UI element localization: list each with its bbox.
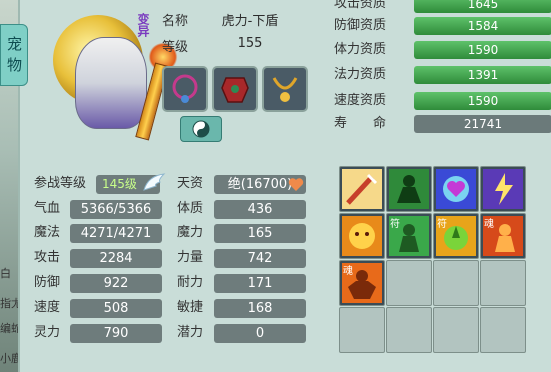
speed-value: 508 (70, 299, 162, 318)
aptitude-row: 速度资质 1590 (334, 91, 551, 111)
aptitude-label: 防御资质 (334, 18, 387, 33)
aptitude-row: 法力资质 1391 (334, 65, 551, 85)
magic-power-value: 165 (214, 224, 306, 243)
pet-panel: 变异 名称 虎力-下盾 等级 155 攻击资质 1645 防御资质 1584 体… (18, 0, 551, 372)
empty-skill-slot[interactable] (433, 260, 479, 306)
aptitude-value: 1645 (414, 0, 551, 13)
name-label: 名称 (162, 14, 189, 29)
rune-badge: 符 (390, 219, 400, 230)
variant-tag: 变异 (136, 13, 150, 37)
empty-skill-slot[interactable] (480, 260, 526, 306)
level-label: 等级 (162, 40, 189, 55)
pet-level-value: 155 (237, 36, 263, 51)
sword-strike-skill-icon[interactable] (339, 166, 385, 212)
lifespan-label: 寿 命 (334, 116, 387, 131)
lifespan-row: 寿 命 21741 (334, 114, 551, 134)
green-figure-skill-icon[interactable] (386, 166, 432, 212)
pet-name-value: 虎力-下盾 (221, 14, 279, 29)
potential-value: 0 (214, 324, 306, 343)
aptitude-value: 1590 (414, 41, 551, 59)
fire-figure-skill-icon[interactable]: 魂 (480, 213, 526, 259)
spirit-value: 790 (70, 324, 162, 343)
aptitude-row: 体力资质 1590 (334, 40, 551, 60)
rune-badge: 符 (437, 219, 447, 230)
pet-portrait (50, 5, 178, 145)
aptitude-label: 体力资质 (334, 42, 387, 57)
armor-icon[interactable] (212, 66, 258, 112)
aptitude-value: 1584 (414, 17, 551, 35)
yinyang-icon (192, 120, 210, 138)
aptitude-value: 1590 (414, 92, 551, 110)
constitution-value: 436 (214, 200, 306, 219)
attack-value: 2284 (70, 249, 162, 268)
empty-skill-slot[interactable] (386, 260, 432, 306)
aptitude-row: 防御资质 1584 (334, 16, 551, 36)
aptitude-label: 攻击资质 (334, 0, 387, 11)
green-guard-skill-icon[interactable]: 符 (386, 213, 432, 259)
aptitude-label: 法力资质 (334, 67, 387, 82)
tab-pet[interactable]: 宠物 (0, 24, 28, 86)
yinyang-button[interactable] (180, 116, 222, 142)
strength-value: 742 (214, 249, 306, 268)
empty-skill-slot[interactable] (339, 307, 385, 353)
beast-face-skill-icon[interactable] (339, 213, 385, 259)
aptitude-row: 攻击资质 1645 (334, 0, 551, 14)
necklace-icon[interactable] (162, 66, 208, 112)
green-burst-skill-icon[interactable]: 符 (433, 213, 479, 259)
empty-skill-slot[interactable] (480, 307, 526, 353)
empty-skill-slot[interactable] (433, 307, 479, 353)
battle-level-label: 参战等级 (34, 176, 87, 191)
endurance-value: 171 (214, 274, 306, 293)
wing-icon (143, 173, 166, 191)
aptitude-label: 速度资质 (334, 93, 387, 108)
lifespan-value: 21741 (414, 115, 551, 133)
tiger-figure (75, 37, 147, 129)
mp-value: 4271/4271 (70, 224, 162, 243)
soul-badge: 魂 (343, 266, 353, 277)
defense-value: 922 (70, 274, 162, 293)
thunder-skill-icon[interactable] (480, 166, 526, 212)
soul-badge: 魂 (484, 219, 494, 230)
skill-grid: 符 符 魂 魂 (339, 166, 551, 366)
heart-shield-skill-icon[interactable] (433, 166, 479, 212)
strength-skill-icon[interactable]: 魂 (339, 260, 385, 306)
agility-value: 168 (214, 299, 306, 318)
empty-skill-slot[interactable] (386, 307, 432, 353)
amulet-icon[interactable] (262, 66, 308, 112)
heart-icon (288, 178, 304, 191)
hp-value: 5366/5366 (70, 200, 162, 219)
aptitude-value: 1391 (414, 66, 551, 84)
